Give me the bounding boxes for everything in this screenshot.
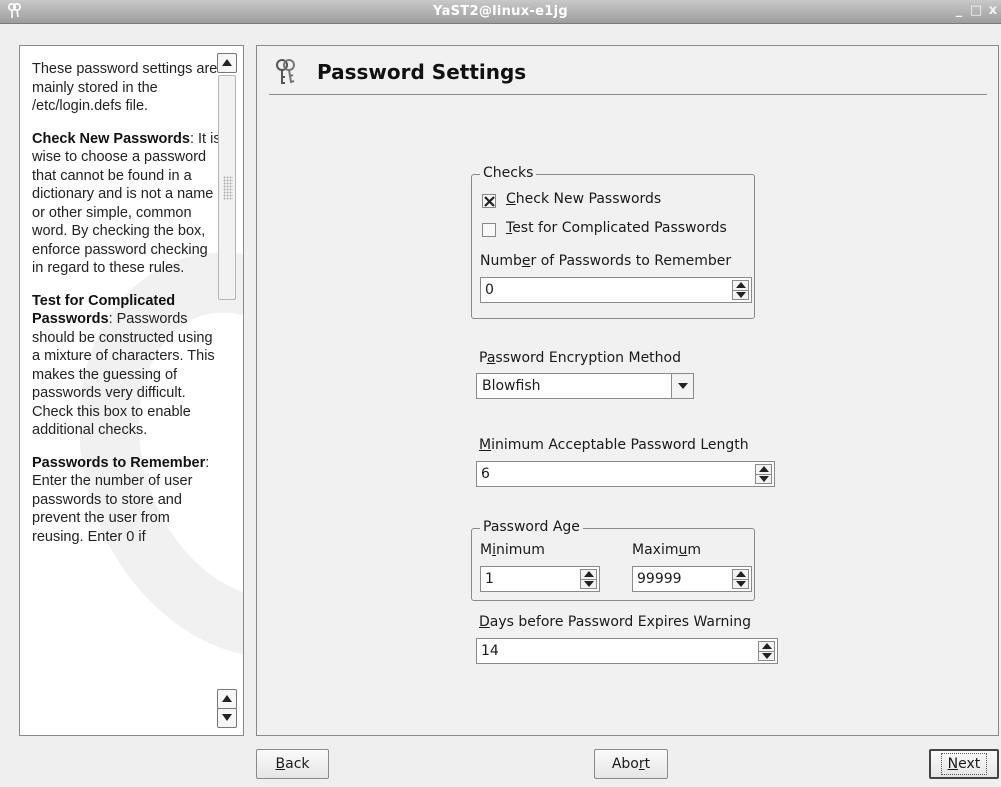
spin-arrows[interactable] xyxy=(755,464,772,484)
expire-warning-label: Days before Password Expires Warning xyxy=(479,614,752,630)
abort-button[interactable]: Abort xyxy=(594,749,668,779)
dropdown-button[interactable] xyxy=(671,374,693,398)
min-length-spinbox[interactable]: 6 xyxy=(476,461,775,487)
header-divider xyxy=(269,94,987,95)
encryption-method-select[interactable]: Blowfish xyxy=(476,373,694,399)
age-minimum-value: 1 xyxy=(485,571,494,587)
spin-down-icon[interactable] xyxy=(736,292,746,299)
expire-warning-spinbox[interactable]: 14 xyxy=(476,638,778,664)
min-length-value: 6 xyxy=(481,466,490,482)
page-header: Password Settings xyxy=(269,56,989,92)
test-complicated-passwords-checkbox[interactable] xyxy=(482,223,496,237)
window-title: YaST2@linux-e1jg xyxy=(433,4,568,19)
keys-icon xyxy=(276,59,295,84)
test-complicated-passwords-label[interactable]: Test for Complicated Passwords xyxy=(506,220,727,236)
scroll-up-button-lower[interactable] xyxy=(217,689,237,709)
scroll-up-button[interactable] xyxy=(217,53,237,73)
arrow-up-icon xyxy=(222,59,232,66)
spin-up-icon[interactable] xyxy=(736,571,746,578)
spin-down-icon[interactable] xyxy=(762,653,772,660)
help-intro: These password settings are mainly store… xyxy=(32,61,218,114)
spin-down-icon[interactable] xyxy=(736,581,746,588)
help-text: These password settings are mainly store… xyxy=(32,60,222,560)
help-check-new: Check New Passwords: It is wise to choos… xyxy=(32,130,221,277)
check-new-passwords-label[interactable]: Check New Passwords xyxy=(506,191,661,207)
back-button[interactable]: Back xyxy=(256,749,329,779)
passwords-to-remember-value: 0 xyxy=(485,282,494,298)
spin-arrows[interactable] xyxy=(732,569,749,589)
page-title: Password Settings xyxy=(317,60,527,84)
spin-down-icon[interactable] xyxy=(759,476,769,483)
spin-up-icon[interactable] xyxy=(736,282,746,289)
check-new-passwords-checkbox[interactable] xyxy=(482,194,496,208)
spin-up-icon[interactable] xyxy=(762,643,772,650)
age-minimum-spinbox[interactable]: 1 xyxy=(480,566,600,592)
next-button-label: Next xyxy=(940,753,988,775)
spin-down-icon[interactable] xyxy=(584,581,594,588)
scroll-down-button[interactable] xyxy=(217,708,237,728)
checks-legend: Checks xyxy=(480,165,537,181)
encryption-method-label: Password Encryption Method xyxy=(479,350,681,366)
arrow-up-icon xyxy=(222,695,232,702)
passwords-to-remember-spinbox[interactable]: 0 xyxy=(480,277,752,303)
passwords-to-remember-label: Number of Passwords to Remember xyxy=(480,253,732,269)
encryption-method-value: Blowfish xyxy=(482,378,541,394)
help-panel[interactable]: These password settings are mainly store… xyxy=(19,45,244,736)
age-maximum-label: Maximum xyxy=(632,542,701,558)
spin-arrows[interactable] xyxy=(580,569,597,589)
close-button[interactable]: x xyxy=(986,3,1000,19)
checkmark-x-icon xyxy=(484,196,495,207)
arrow-down-icon xyxy=(222,714,232,721)
checks-group: Checks Check New Passwords Test for Comp… xyxy=(471,165,755,319)
spin-up-icon[interactable] xyxy=(759,466,769,473)
scroll-thumb[interactable] xyxy=(218,75,236,300)
window-titlebar[interactable]: YaST2@linux-e1jg _ □ x xyxy=(0,0,1001,24)
help-scrollbar[interactable] xyxy=(217,53,238,728)
age-maximum-value: 99999 xyxy=(637,571,682,587)
grip-icon xyxy=(223,176,233,200)
maximize-button[interactable]: □ xyxy=(969,3,983,19)
help-complicated: Test for Complicated Passwords: Password… xyxy=(32,292,215,439)
main-panel: Password Settings Checks Check New Passw… xyxy=(256,45,999,736)
spin-arrows[interactable] xyxy=(758,641,775,661)
password-age-group: Password Age Minimum Maximum 1 99999 xyxy=(471,519,755,601)
help-remember: Passwords to Remember: Enter the number … xyxy=(32,454,210,545)
chevron-down-icon xyxy=(678,383,688,389)
spin-arrows[interactable] xyxy=(732,280,749,300)
spin-up-icon[interactable] xyxy=(584,571,594,578)
next-button[interactable]: Next xyxy=(929,749,999,779)
expire-warning-value: 14 xyxy=(481,643,499,659)
minimize-button[interactable]: _ xyxy=(952,3,966,19)
age-minimum-label: Minimum xyxy=(480,542,545,558)
min-length-label: Minimum Acceptable Password Length xyxy=(479,437,749,453)
age-maximum-spinbox[interactable]: 99999 xyxy=(632,566,752,592)
password-age-legend: Password Age xyxy=(480,519,583,535)
